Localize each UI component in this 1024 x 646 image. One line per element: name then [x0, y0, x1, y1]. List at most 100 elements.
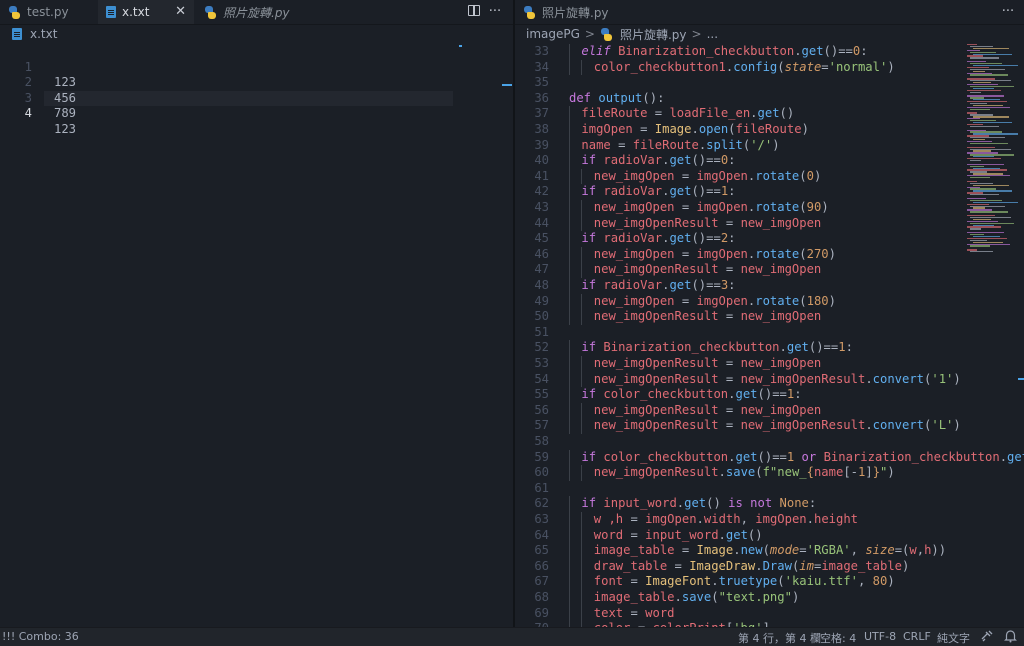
language-mode[interactable]: 純文字 — [937, 630, 970, 646]
indent-guide — [569, 231, 570, 247]
line-number: 39 — [534, 137, 549, 152]
encoding[interactable]: UTF-8 — [864, 630, 896, 643]
close-icon[interactable]: ✕ — [175, 4, 186, 19]
split-editor-icon[interactable] — [468, 5, 480, 16]
feedback-icon[interactable] — [980, 629, 994, 646]
line-number: 34 — [534, 59, 549, 74]
bell-icon[interactable] — [1004, 629, 1017, 646]
code-line: 37 fileRoute = loadFile_en.get() — [515, 106, 1024, 122]
code-text: new_imgOpenResult = new_imgOpen — [593, 402, 822, 417]
code-text: new_imgOpen = imgOpen.rotate(0) — [593, 168, 822, 183]
minimap-line — [970, 211, 1008, 213]
line-number: 56 — [534, 402, 549, 417]
breadcrumb-item[interactable]: imagePG — [526, 27, 580, 41]
indent-guide — [569, 184, 570, 200]
overview-ruler-cursor — [502, 84, 512, 86]
code-line: 39 name = fileRoute.split('/') — [515, 137, 1024, 154]
status-bar: !!! Combo: 36 第 4 行，第 4 欄 空格: 4 UTF-8 CR… — [0, 627, 1024, 646]
code-line: 45 if radioVar.get()==2: — [515, 231, 1024, 247]
overview-ruler-cursor — [1018, 378, 1024, 380]
indent-guide — [569, 246, 570, 263]
tab-photo-rotate-py[interactable]: 照片旋轉.py — [515, 0, 619, 24]
indent-guide — [581, 527, 583, 544]
code-line: 58 — [515, 434, 1024, 450]
code-text: name = fileRoute.split('/') — [581, 137, 780, 152]
tab-photo-rotate-py[interactable]: 照片旋轉.py — [196, 0, 316, 24]
line-number: 68 — [534, 590, 549, 604]
line-number: 62 — [534, 496, 549, 511]
minimap-slider[interactable] — [459, 45, 462, 47]
code-text: new_imgOpenResult = new_imgOpen — [593, 309, 822, 324]
code-text: new_imgOpenResult.save(f"new_{name[-1]}"… — [593, 465, 895, 480]
line-text: 123 — [54, 121, 77, 136]
line-number: 51 — [534, 324, 549, 339]
indent-guide — [569, 200, 570, 216]
code-line: 44 new_imgOpenResult = new_imgOpen — [515, 215, 1024, 232]
indent-guide — [569, 44, 570, 60]
line-number: 64 — [534, 527, 549, 542]
code-editor[interactable]: 33 elif Binarization_checkbutton.get()==0… — [515, 44, 1024, 627]
breadcrumb-item[interactable]: 照片旋轉.py — [620, 26, 687, 43]
code-line: 64 word = input_word.get() — [515, 527, 1024, 544]
text-editor[interactable]: 1 123 2 456 3 789 4 123 — [0, 44, 513, 627]
code-line: 54 new_imgOpenResult = new_imgOpenResult.… — [515, 371, 1024, 388]
indent-guide — [569, 215, 570, 232]
line-number: 38 — [534, 122, 549, 136]
indent-guide — [569, 278, 570, 294]
end-of-line[interactable]: CRLF — [903, 630, 931, 643]
indent-guide — [581, 558, 583, 575]
code-line: 47 new_imgOpenResult = new_imgOpen — [515, 262, 1024, 278]
code-text: if input_word.get() is not None: — [581, 496, 817, 511]
breadcrumb-item[interactable]: ... — [707, 27, 718, 41]
code-text: fileRoute = loadFile_en.get() — [581, 106, 795, 121]
line-number: 4 — [24, 106, 32, 121]
cursor-position[interactable]: 第 4 行，第 4 欄 — [738, 630, 821, 646]
line-number: 33 — [534, 44, 549, 58]
editor-line: 2 456 — [0, 60, 513, 105]
combo-counter: !!! Combo: 36 — [2, 630, 79, 643]
code-text: new_imgOpenResult = new_imgOpenResult.co… — [593, 371, 961, 386]
tab-test-py[interactable]: test.py — [0, 0, 98, 24]
minimap-line — [970, 142, 1008, 145]
code-line: 49 new_imgOpen = imgOpen.rotate(180) — [515, 293, 1024, 310]
line-number: 67 — [534, 574, 549, 589]
indent-guide — [569, 402, 570, 419]
code-text: if radioVar.get()==3: — [581, 278, 736, 292]
line-number: 44 — [534, 215, 549, 230]
line-number: 43 — [534, 200, 549, 214]
code-line: 35 — [515, 75, 1024, 91]
indent-guide — [569, 605, 570, 622]
indent-guide — [569, 293, 570, 310]
code-line: 41 new_imgOpen = imgOpen.rotate(0) — [515, 168, 1024, 185]
more-actions-icon[interactable]: ··· — [486, 3, 504, 21]
left-editor-group: test.py x.txt ✕ 照片旋轉.py ··· x.txt 1 123 … — [0, 0, 513, 627]
line-number: 45 — [534, 231, 549, 246]
breadcrumb-item[interactable]: x.txt — [30, 27, 57, 41]
tab-label: 照片旋轉.py — [542, 5, 609, 20]
code-text: image_table = Image.new(mode='RGBA', siz… — [593, 543, 947, 558]
code-line: 62 if input_word.get() is not None: — [515, 496, 1024, 512]
tab-x-txt[interactable]: x.txt ✕ — [98, 0, 194, 24]
indent-guide — [569, 590, 570, 606]
breadcrumb-separator: > — [691, 27, 702, 41]
code-text: image_table.save("text.png") — [593, 590, 800, 604]
minimap[interactable] — [967, 44, 1024, 627]
code-line: 34 color_checkbutton1.config(state='norma… — [515, 59, 1024, 76]
indent-guide — [569, 574, 570, 590]
indent-guide — [581, 465, 583, 481]
indent-guide — [569, 512, 570, 528]
indentation[interactable]: 空格: 4 — [820, 630, 856, 646]
code-line: 56 new_imgOpenResult = new_imgOpen — [515, 402, 1024, 419]
indent-guide — [569, 371, 570, 388]
code-text: if color_checkbutton.get()==1 or Binariz… — [581, 449, 1024, 464]
tab-label: test.py — [27, 5, 69, 19]
code-line: 55 if color_checkbutton.get()==1: — [515, 387, 1024, 403]
code-text: new_imgOpen = imgOpen.rotate(90) — [593, 200, 829, 214]
more-actions-icon[interactable]: ··· — [999, 3, 1017, 21]
code-text: new_imgOpen = imgOpen.rotate(270) — [593, 246, 836, 261]
line-number: 47 — [534, 262, 549, 277]
code-line: 43 new_imgOpen = imgOpen.rotate(90) — [515, 200, 1024, 216]
indent-guide — [569, 496, 570, 512]
code-line: 65 image_table = Image.new(mode='RGBA', s… — [515, 543, 1024, 559]
code-text: new_imgOpenResult = new_imgOpen — [593, 262, 822, 277]
